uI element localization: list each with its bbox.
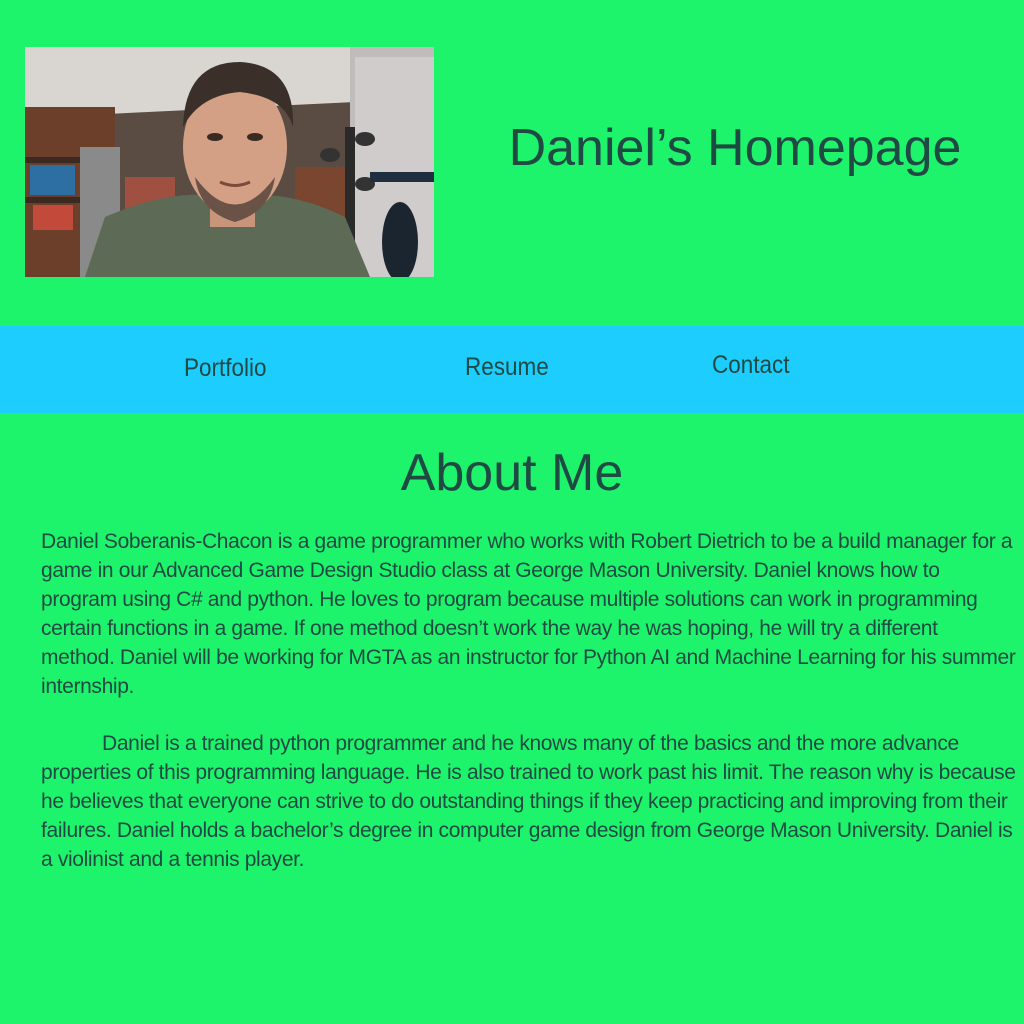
nav-link-contact[interactable]: Contact [712,351,790,380]
page: Daniel’s Homepage Portfolio Resume Conta… [0,0,1024,1024]
about-heading: About Me [400,444,624,502]
nav-link-resume[interactable]: Resume [465,353,549,382]
profile-photo [25,47,434,277]
site-title: Daniel’s Homepage [508,119,962,177]
about-paragraph: Daniel is a trained python programmer an… [41,732,1016,871]
navbar: Portfolio Resume Contact [0,326,1024,413]
nav-link-portfolio[interactable]: Portfolio [184,354,267,383]
about-paragraph: Daniel Soberanis-Chacon is a game progra… [41,530,1016,698]
